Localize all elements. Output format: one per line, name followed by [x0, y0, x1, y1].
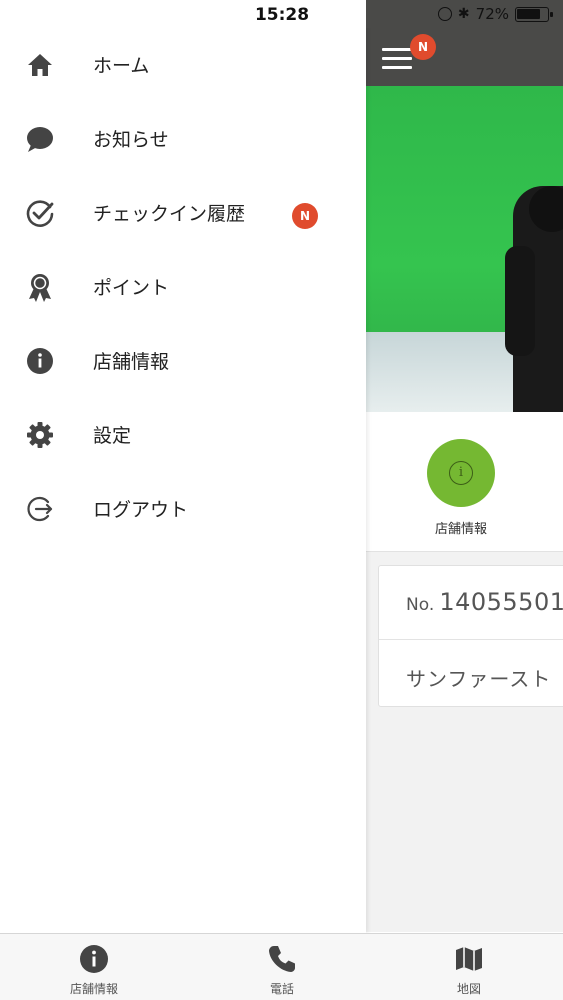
drawer-item-home[interactable]: ホーム — [0, 28, 366, 102]
info-icon — [80, 945, 108, 973]
tab-phone[interactable]: 電話 — [188, 934, 376, 1000]
drawer-item-label: 設定 — [93, 425, 132, 447]
bottom-tab-bar: 店舗情報 電話 地図 — [0, 933, 563, 1000]
speech-bubble-icon — [27, 127, 53, 152]
drawer-item-label: お知らせ — [93, 129, 169, 151]
status-icons: ✱ 72% — [437, 5, 553, 23]
tab-label: 電話 — [269, 982, 294, 996]
new-badge: N — [292, 203, 318, 229]
member-name: サンファースト — [406, 667, 552, 691]
side-drawer: ホーム お知らせ チェックイン履歴 N ポイント 店舗情報 設定 ログアウト — [0, 28, 366, 933]
hero-image — [366, 86, 563, 412]
status-time: 15:28 — [254, 5, 310, 25]
drawer-item-label: ログアウト — [93, 499, 189, 521]
tab-store-info[interactable]: 店舗情報 — [0, 934, 188, 1000]
drawer-item-label: ホーム — [93, 55, 150, 77]
status-bar: 15:28 ✱ 72% — [0, 0, 563, 28]
member-card: No. 14055501 サンファースト — [378, 565, 563, 707]
phone-icon — [269, 946, 295, 972]
tab-label: 店舗情報 — [69, 982, 118, 996]
info-icon — [27, 348, 53, 374]
member-number: No. 14055501 — [406, 588, 563, 616]
drawer-item-news[interactable]: お知らせ — [0, 102, 366, 176]
logout-icon — [27, 496, 53, 522]
menu-icon[interactable] — [382, 48, 412, 70]
tab-label: 地図 — [456, 982, 481, 996]
battery-icon — [515, 6, 553, 22]
drawer-item-store-info[interactable]: 店舗情報 — [0, 324, 366, 398]
store-info-label: 店舗情報 — [434, 522, 487, 537]
drawer-item-label: チェックイン履歴 — [93, 203, 246, 225]
drawer-item-points[interactable]: ポイント — [0, 250, 366, 324]
drawer-item-checkin-history[interactable]: チェックイン履歴 N — [0, 176, 366, 250]
notification-badge: N — [410, 34, 436, 60]
orientation-lock-icon — [437, 7, 452, 21]
battery-percent: 72% — [475, 5, 509, 23]
map-icon — [456, 947, 482, 971]
award-ribbon-icon — [29, 274, 51, 302]
screen: 15:28 ✱ 72% N i 店舗情報 No. 14055501 サンファース… — [0, 0, 563, 1000]
drawer-item-logout[interactable]: ログアウト — [0, 472, 366, 546]
bluetooth-icon: ✱ — [457, 6, 470, 22]
home-icon — [28, 54, 52, 76]
tab-map[interactable]: 地図 — [375, 934, 563, 1000]
drawer-item-settings[interactable]: 設定 — [0, 398, 366, 472]
store-info-button[interactable]: i — [427, 439, 495, 507]
info-icon: i — [449, 461, 473, 485]
drawer-item-label: ポイント — [93, 277, 170, 299]
check-circle-icon — [26, 200, 54, 227]
store-info-shortcut[interactable]: i 店舗情報 — [366, 412, 563, 552]
drawer-item-label: 店舗情報 — [93, 351, 170, 373]
gear-icon — [27, 422, 53, 448]
app-header: N — [366, 28, 563, 86]
